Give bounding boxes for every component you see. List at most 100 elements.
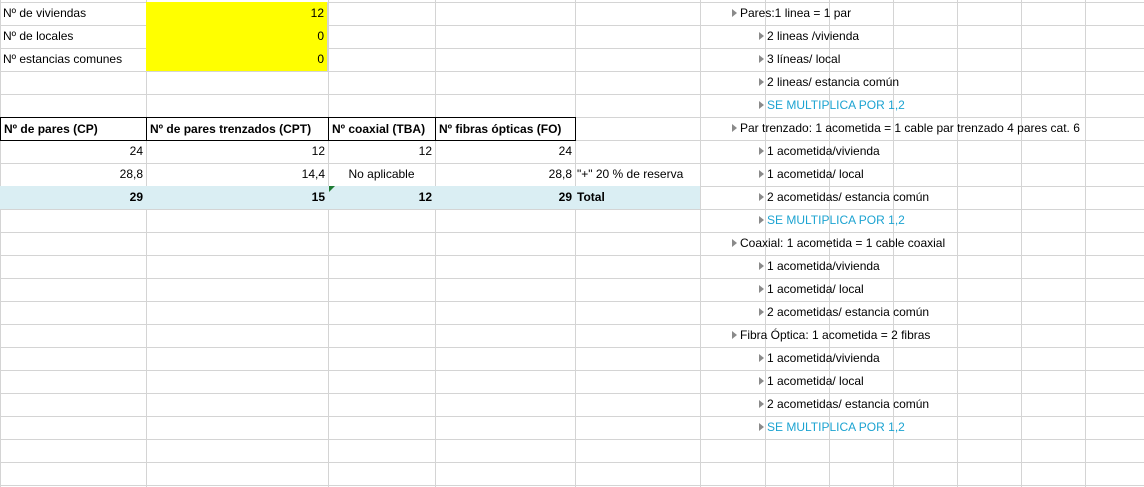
cell-cpt-2[interactable]: 14,4 — [146, 163, 328, 185]
label-viviendas[interactable]: Nº de viviendas — [0, 2, 146, 24]
grid-row-line — [0, 94, 1144, 95]
header-tba[interactable]: Nº coaxial (TBA) — [328, 117, 436, 141]
bullet-arrow-icon — [759, 261, 764, 270]
bullet-arrow-icon — [759, 77, 764, 86]
note-item[interactable]: 2 acometidas/ estancia común — [759, 393, 929, 415]
note-item[interactable]: Pares:1 linea = 1 par — [732, 2, 851, 24]
bullet-arrow-icon — [759, 192, 764, 201]
note-item[interactable]: SE MULTIPLICA POR 1,2 — [759, 416, 905, 438]
bullet-arrow-icon — [759, 399, 764, 408]
bullet-arrow-icon — [732, 123, 737, 132]
bullet-arrow-icon — [759, 146, 764, 155]
note-text: 1 acometida/ local — [767, 167, 864, 181]
grid-row-line — [0, 462, 1144, 463]
bullet-arrow-icon — [759, 100, 764, 109]
grid-column-line — [700, 0, 701, 487]
grid-row-line — [0, 347, 1144, 348]
input-locales[interactable]: 0 — [146, 25, 328, 48]
note-item[interactable]: 2 lineas/ estancia común — [759, 71, 899, 93]
cell-tba-1[interactable]: 12 — [328, 140, 435, 162]
note-text: Fibra Óptica: 1 acometida = 2 fibras — [740, 328, 931, 342]
grid-row-line — [0, 416, 1144, 417]
grid-row-line — [0, 485, 1144, 486]
note-text: 1 acometida/vivienda — [767, 259, 880, 273]
note-text: SE MULTIPLICA POR 1,2 — [767, 98, 905, 112]
note-item[interactable]: SE MULTIPLICA POR 1,2 — [759, 94, 905, 116]
note-text: Coaxial: 1 acometida = 1 cable coaxial — [740, 236, 946, 250]
grid-column-line — [328, 0, 329, 487]
note-item[interactable]: 2 acometidas/ estancia común — [759, 301, 929, 323]
note-text: 2 acometidas/ estancia común — [767, 305, 930, 319]
bullet-arrow-icon — [732, 8, 737, 17]
grid-column-line — [146, 0, 147, 487]
bullet-arrow-icon — [732, 238, 737, 247]
note-text: 1 acometida/vivienda — [767, 351, 880, 365]
label-estancias[interactable]: Nº estancias comunes — [0, 48, 146, 70]
note-item[interactable]: 1 acometida/ local — [759, 370, 864, 392]
grid-column-line — [575, 0, 576, 487]
input-viviendas[interactable]: 12 — [146, 2, 328, 25]
note-item[interactable]: Par trenzado: 1 acometida = 1 cable par … — [732, 117, 1080, 139]
note-text: Pares:1 linea = 1 par — [740, 6, 852, 20]
note-item[interactable]: Coaxial: 1 acometida = 1 cable coaxial — [732, 232, 945, 254]
note-text: 2 acometidas/ estancia común — [767, 397, 930, 411]
grid-row-line — [0, 393, 1144, 394]
grid-row-line — [0, 255, 1144, 256]
note-text: Par trenzado: 1 acometida = 1 cable par … — [740, 121, 1080, 135]
bullet-arrow-icon — [759, 353, 764, 362]
header-cpt[interactable]: Nº de pares trenzados (CPT) — [146, 117, 329, 141]
grid-column-line — [1085, 0, 1086, 487]
bullet-arrow-icon — [759, 307, 764, 316]
spreadsheet-grid — [0, 0, 1144, 487]
note-item[interactable]: 1 acometida/vivienda — [759, 347, 880, 369]
input-estancias[interactable]: 0 — [146, 48, 328, 71]
total-cpt[interactable]: 15 — [146, 186, 328, 208]
grid-row-line — [0, 301, 1144, 302]
bullet-arrow-icon — [759, 215, 764, 224]
note-item[interactable]: 1 acometida/ local — [759, 278, 864, 300]
total-label[interactable]: Total — [575, 186, 700, 208]
total-cp[interactable]: 29 — [0, 186, 146, 208]
note-item[interactable]: 1 acometida/vivienda — [759, 255, 880, 277]
bullet-arrow-icon — [759, 376, 764, 385]
grid-row-line — [0, 324, 1144, 325]
total-fo[interactable]: 29 — [435, 186, 575, 208]
total-tba[interactable]: 12 — [328, 186, 435, 208]
bullet-arrow-icon — [759, 422, 764, 431]
note-text: 1 acometida/ local — [767, 374, 864, 388]
grid-column-line — [1021, 0, 1022, 487]
grid-column-line — [957, 0, 958, 487]
grid-row-line — [0, 439, 1144, 440]
cell-fo-1[interactable]: 24 — [435, 140, 575, 162]
cell-tba-2[interactable]: No aplicable — [328, 163, 435, 185]
note-item[interactable]: 1 acometida/vivienda — [759, 140, 880, 162]
bullet-arrow-icon — [759, 31, 764, 40]
note-item[interactable]: 1 acometida/ local — [759, 163, 864, 185]
bullet-arrow-icon — [732, 330, 737, 339]
cell-fo-2[interactable]: 28,8 — [435, 163, 575, 185]
note-text: 3 líneas/ local — [767, 52, 841, 66]
note-text: SE MULTIPLICA POR 1,2 — [767, 420, 905, 434]
header-cp[interactable]: Nº de pares (CP) — [0, 117, 147, 141]
note-item[interactable]: 2 acometidas/ estancia común — [759, 186, 929, 208]
note-text: 2 acometidas/ estancia común — [767, 190, 930, 204]
grid-row-line — [0, 209, 1144, 210]
grid-column-line — [0, 0, 1, 487]
bullet-arrow-icon — [759, 169, 764, 178]
bullet-arrow-icon — [759, 54, 764, 63]
grid-row-line — [0, 232, 1144, 233]
note-item[interactable]: Fibra Óptica: 1 acometida = 2 fibras — [732, 324, 930, 346]
label-locales[interactable]: Nº de locales — [0, 25, 146, 47]
note-text: 1 acometida/vivienda — [767, 144, 880, 158]
bullet-arrow-icon — [759, 284, 764, 293]
cell-cp-2[interactable]: 28,8 — [0, 163, 146, 185]
note-item[interactable]: SE MULTIPLICA POR 1,2 — [759, 209, 905, 231]
cell-cp-1[interactable]: 24 — [0, 140, 146, 162]
header-fo[interactable]: Nº fibras ópticas (FO) — [435, 117, 576, 141]
grid-row-line — [0, 370, 1144, 371]
reserve-note[interactable]: "+" 20 % de reserva — [575, 163, 700, 185]
note-item[interactable]: 2 lineas /vivienda — [759, 25, 859, 47]
note-text: 1 acometida/ local — [767, 282, 864, 296]
cell-cpt-1[interactable]: 12 — [146, 140, 328, 162]
note-item[interactable]: 3 líneas/ local — [759, 48, 840, 70]
